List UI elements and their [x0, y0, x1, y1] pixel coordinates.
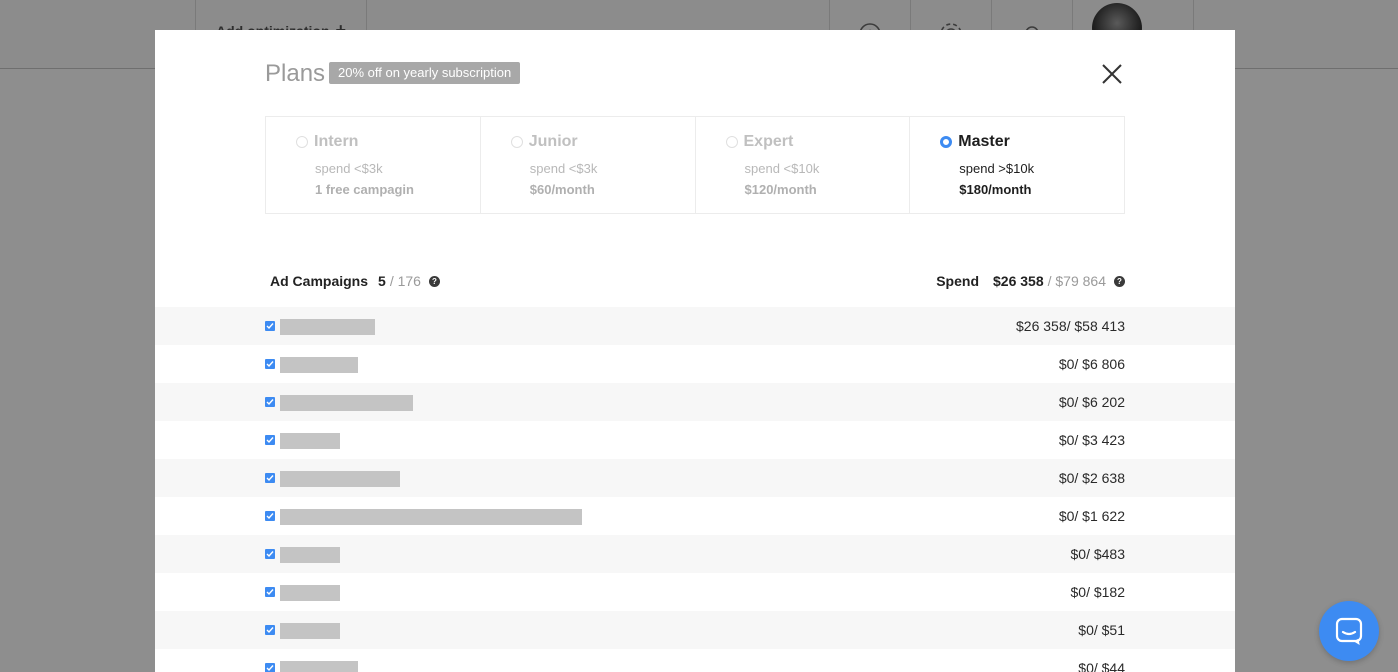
- campaign-name-placeholder: [280, 623, 340, 639]
- campaign-row: $0/ $182: [155, 573, 1235, 611]
- spend-summary: Spend $26 358 / $79 864 ?: [936, 273, 1125, 289]
- campaign-row: $0/ $44: [155, 649, 1235, 672]
- plan-price: $60/month: [529, 182, 595, 197]
- campaign-name-placeholder: [280, 661, 358, 672]
- plans-modal: Plans 20% off on yearly subscription Int…: [155, 30, 1235, 672]
- campaign-name-placeholder: [280, 547, 340, 563]
- plan-name: Intern: [314, 133, 359, 150]
- campaign-row: $0/ $3 423: [155, 421, 1235, 459]
- campaign-spend: $0/ $2 638: [1058, 470, 1125, 486]
- campaign-name-placeholder: [280, 395, 413, 411]
- radio-button-selected[interactable]: [940, 136, 953, 148]
- plan-price: 1 free campagin: [315, 182, 414, 197]
- plan-price: $180/month: [959, 182, 1032, 197]
- campaign-row: $0/ $6 806: [155, 345, 1235, 383]
- campaign-name-placeholder: [280, 509, 582, 525]
- campaign-checkbox[interactable]: [265, 587, 275, 597]
- campaign-name-placeholder: [280, 585, 340, 601]
- plan-name: Master: [958, 133, 1010, 150]
- campaign-list: $26 358/ $58 413 $0/ $6 806 $0/ $6 202 $…: [155, 307, 1235, 672]
- campaign-checkbox[interactable]: [265, 435, 275, 445]
- campaign-name-placeholder: [280, 471, 400, 487]
- campaign-checkbox[interactable]: [265, 625, 275, 635]
- campaigns-selected-count: 5: [378, 273, 386, 289]
- campaign-row: $0/ $483: [155, 535, 1235, 573]
- plan-card-expert[interactable]: Expert spend <$10k $120/month: [696, 117, 911, 213]
- campaign-spend: $0/ $51: [1078, 622, 1125, 638]
- plan-name: Expert: [743, 133, 794, 150]
- campaign-spend: $0/ $483: [1070, 546, 1126, 562]
- campaign-checkbox[interactable]: [265, 321, 275, 331]
- campaign-row: $0/ $6 202: [155, 383, 1235, 421]
- plan-spend-limit: spend <$10k: [744, 161, 820, 176]
- campaign-spend: $0/ $3 423: [1058, 432, 1125, 448]
- campaign-name-placeholder: [280, 433, 340, 449]
- campaign-spend: $0/ $1 622: [1058, 508, 1125, 524]
- radio-button[interactable]: [510, 136, 523, 148]
- radio-button[interactable]: [296, 136, 308, 148]
- campaign-spend: $0/ $6 202: [1058, 394, 1125, 410]
- campaign-spend: $0/ $44: [1078, 660, 1125, 672]
- campaign-row: $26 358/ $58 413: [155, 307, 1235, 345]
- chat-bubble-icon[interactable]: [1319, 601, 1379, 661]
- plan-spend-limit: spend >$10k: [959, 161, 1035, 176]
- campaign-spend: $26 358/ $58 413: [1016, 318, 1125, 334]
- campaign-checkbox[interactable]: [265, 663, 275, 672]
- campaign-checkbox[interactable]: [265, 511, 275, 521]
- plan-card-intern[interactable]: Intern spend <$3k 1 free campagin: [266, 117, 481, 213]
- plan-price: $120/month: [744, 182, 817, 197]
- campaigns-label: Ad Campaigns: [270, 273, 369, 289]
- plan-card-master[interactable]: Master spend >$10k $180/month: [910, 117, 1124, 213]
- campaign-row: $0/ $2 638: [155, 459, 1235, 497]
- campaign-name-placeholder: [280, 357, 358, 373]
- campaign-checkbox[interactable]: [265, 473, 275, 483]
- plan-name: Junior: [528, 133, 578, 150]
- campaign-checkbox[interactable]: [265, 359, 275, 369]
- campaign-row: $0/ $1 622: [155, 497, 1235, 535]
- modal-title: Plans: [265, 60, 326, 87]
- spend-total: / $79 864: [1047, 273, 1106, 289]
- campaign-spend: $0/ $182: [1070, 584, 1126, 600]
- campaigns-total-count: / 176: [389, 273, 421, 289]
- spend-label: Spend: [936, 273, 979, 289]
- campaign-checkbox[interactable]: [265, 397, 275, 407]
- spend-selected: $26 358: [993, 273, 1044, 289]
- close-icon[interactable]: [1100, 62, 1124, 86]
- plan-spend-limit: spend <$3k: [529, 161, 598, 176]
- plan-card-junior[interactable]: Junior spend <$3k $60/month: [481, 117, 696, 213]
- campaign-checkbox[interactable]: [265, 549, 275, 559]
- help-icon[interactable]: ?: [428, 275, 440, 287]
- radio-button[interactable]: [725, 136, 738, 148]
- campaign-row: $0/ $51: [155, 611, 1235, 649]
- plan-options: Intern spend <$3k 1 free campagin Junior…: [265, 116, 1125, 214]
- campaigns-summary: Ad Campaigns 5 / 176 ?: [270, 273, 440, 289]
- help-icon[interactable]: ?: [1114, 275, 1125, 287]
- discount-badge: 20% off on yearly subscription: [329, 62, 521, 84]
- campaign-name-placeholder: [280, 319, 375, 335]
- plan-spend-limit: spend <$3k: [315, 161, 383, 176]
- campaign-spend: $0/ $6 806: [1058, 356, 1125, 372]
